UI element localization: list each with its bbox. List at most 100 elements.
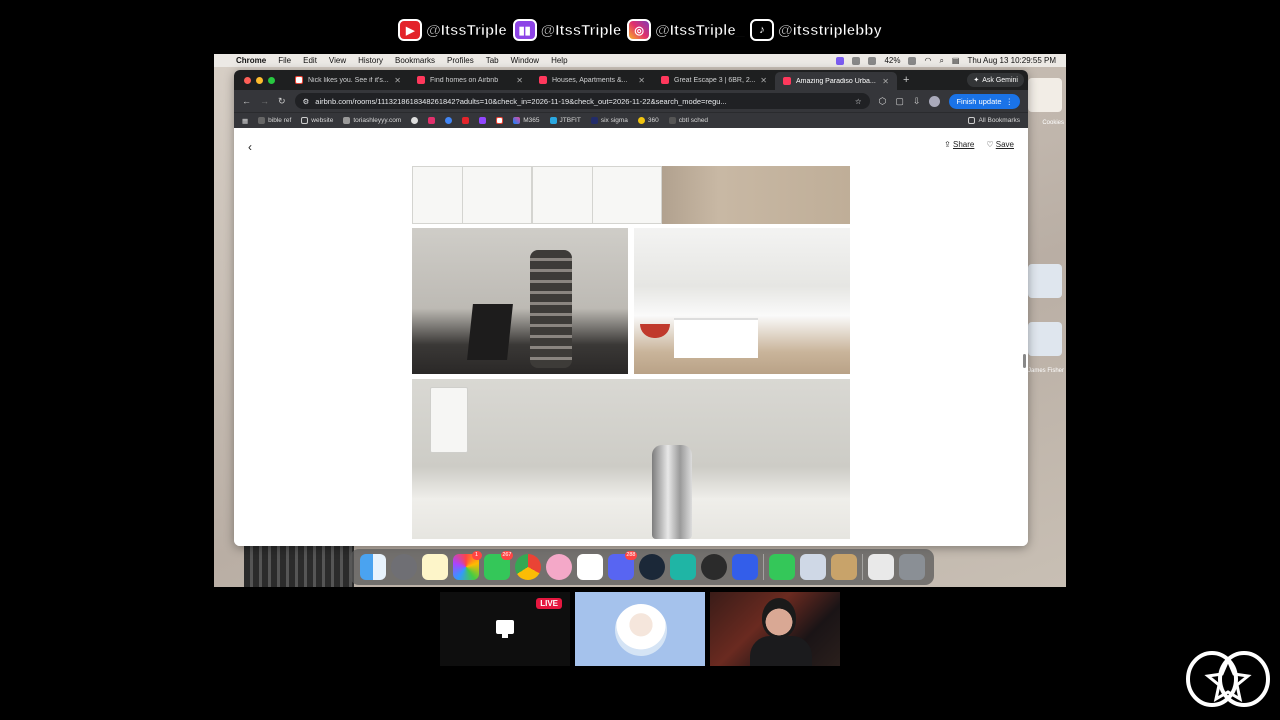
menu-app-name[interactable]: Chrome	[236, 56, 266, 65]
discord-icon[interactable]: 288	[607, 551, 637, 580]
control-center-icon[interactable]: ▤	[952, 56, 960, 65]
photo-bar-tools[interactable]	[412, 379, 850, 539]
close-tab-icon[interactable]: ✕	[394, 76, 401, 85]
tab-airbnb-houses[interactable]: Houses, Apartments &... ✕	[531, 72, 653, 88]
desktop-file-icon[interactable]	[1028, 78, 1062, 112]
share-button[interactable]: ⇪ Share	[944, 140, 974, 149]
webcam-person-shape	[762, 598, 796, 638]
obs-icon[interactable]	[700, 554, 727, 580]
bookmark-twitch[interactable]	[479, 117, 487, 124]
profile-avatar[interactable]	[929, 95, 941, 107]
menu-edit[interactable]: Edit	[303, 56, 317, 65]
menu-view[interactable]: View	[329, 56, 346, 65]
menu-bookmarks[interactable]: Bookmarks	[395, 56, 435, 65]
minimize-window-button[interactable]	[256, 76, 263, 84]
close-tab-icon[interactable]: ✕	[638, 76, 645, 85]
close-tab-icon[interactable]: ✕	[882, 77, 889, 86]
site-info-icon[interactable]: ⚙	[303, 97, 310, 106]
zoom-window-button[interactable]	[268, 76, 275, 84]
bookmark-instagram[interactable]	[428, 117, 436, 124]
new-tab-button[interactable]: +	[903, 74, 909, 86]
tab-label: Great Escape 3 | 6BR, 2...	[674, 76, 756, 84]
desktop-file-icon[interactable]	[1028, 264, 1062, 298]
archive-icon[interactable]	[830, 554, 857, 580]
close-window-button[interactable]	[244, 76, 251, 84]
guest-avatar-tile	[575, 592, 705, 666]
menu-window[interactable]: Window	[511, 56, 539, 65]
extensions-icon[interactable]: ⬡	[879, 96, 887, 107]
bookmark-gmail[interactable]	[496, 117, 504, 124]
battery-percent: 42%	[884, 56, 901, 65]
bookmark-jtbfit[interactable]: JTBFIT	[549, 117, 581, 124]
address-bar[interactable]: ⚙ airbnb.com/rooms/1113218618348261842?a…	[294, 93, 870, 109]
downloads-icon[interactable]: ⇩	[913, 96, 921, 107]
airbnb-icon	[539, 76, 547, 84]
desktop-file-icon[interactable]	[1028, 322, 1062, 356]
bookmark-six-sigma[interactable]: six sigma	[590, 117, 628, 124]
app-icon[interactable]	[669, 554, 696, 580]
photo-kitchen-sink[interactable]	[634, 228, 850, 374]
bookmark-label: 360	[647, 117, 659, 124]
close-tab-icon[interactable]: ✕	[516, 76, 523, 85]
tab-airbnb-find[interactable]: Find homes on Airbnb ✕	[409, 72, 531, 88]
bookmark-website[interactable]: website	[301, 117, 333, 124]
menu-file[interactable]: File	[278, 56, 291, 65]
bookmark-icon	[258, 117, 266, 124]
system-settings-icon[interactable]	[390, 554, 417, 580]
wifi-icon[interactable]: ◠	[924, 56, 931, 65]
airbnb-icon	[661, 76, 669, 84]
ask-gemini-button[interactable]: ✦ Ask Gemini	[967, 73, 1024, 87]
reload-icon[interactable]: ↻	[278, 96, 286, 107]
back-chevron-icon[interactable]: ‹	[248, 140, 252, 154]
bookmark-star-icon[interactable]: ☆	[855, 97, 862, 106]
tab-gmail[interactable]: Nick likes you. See if it's... ✕	[287, 72, 409, 88]
tab-search-icon[interactable]: ▢	[895, 96, 904, 107]
finish-update-button[interactable]: Finish update ⋮	[949, 93, 1020, 109]
screen-share-icon[interactable]	[836, 56, 845, 65]
photos-icon[interactable]: 1	[452, 551, 482, 580]
save-button[interactable]: ♡ Save	[986, 140, 1014, 149]
site-icon	[668, 117, 676, 124]
menu-help[interactable]: Help	[551, 56, 567, 65]
preview-icon[interactable]	[799, 554, 826, 580]
finder-icon[interactable]	[359, 554, 386, 580]
messages-icon[interactable]: 267	[483, 551, 513, 580]
bookmark-cbtl-sched[interactable]: cbtl sched	[668, 117, 708, 124]
photo-knife-block[interactable]	[412, 228, 628, 374]
status-icon[interactable]	[852, 56, 861, 65]
notes-icon[interactable]	[421, 554, 448, 580]
back-arrow-icon[interactable]: ←	[242, 96, 251, 106]
bookmark-site[interactable]	[445, 117, 453, 124]
bookmark-site[interactable]	[411, 117, 419, 124]
bookmark-360[interactable]: 360	[637, 117, 659, 124]
menu-profiles[interactable]: Profiles	[447, 56, 474, 65]
close-tab-icon[interactable]: ✕	[760, 76, 767, 85]
forward-arrow-icon[interactable]: →	[260, 96, 269, 106]
trash-icon[interactable]	[898, 554, 925, 580]
spotify-icon[interactable]	[545, 554, 572, 580]
tab-airbnb-great-escape[interactable]: Great Escape 3 | 6BR, 2... ✕	[653, 72, 775, 88]
all-bookmarks-button[interactable]: All Bookmarks	[968, 117, 1020, 124]
bookmark-youtube[interactable]	[462, 117, 470, 124]
roblox-icon[interactable]	[731, 554, 758, 580]
battery-icon[interactable]	[908, 56, 917, 65]
apps-grid-icon[interactable]: ▦	[242, 117, 248, 125]
bookmark-m365[interactable]: M365	[513, 117, 540, 124]
menu-tab[interactable]: Tab	[486, 56, 499, 65]
menubar-clock[interactable]: Thu Aug 13 10:29:55 PM	[967, 56, 1056, 65]
bookmark-toriashleyyy[interactable]: toriashleyyy.com	[343, 117, 401, 124]
chrome-icon[interactable]	[514, 554, 541, 580]
capcut-icon[interactable]	[576, 554, 603, 580]
photo-cabinets[interactable]	[412, 166, 850, 224]
steam-icon[interactable]	[638, 554, 665, 580]
menu-history[interactable]: History	[358, 56, 383, 65]
bookmark-bible-ref[interactable]: bible ref	[258, 117, 291, 124]
facetime-icon[interactable]	[768, 554, 795, 580]
search-icon[interactable]: ⌕	[939, 56, 943, 66]
status-icon[interactable]	[868, 56, 877, 65]
tab-airbnb-paradiso[interactable]: Amazing Paradiso Urba... ✕	[775, 72, 897, 90]
page-scrollbar[interactable]	[1023, 354, 1026, 368]
desktop-icons: Cookies James Fisher	[1026, 74, 1066, 564]
downloads-stack-icon[interactable]	[867, 554, 894, 580]
address-url[interactable]: airbnb.com/rooms/1113218618348261842?adu…	[315, 97, 849, 106]
